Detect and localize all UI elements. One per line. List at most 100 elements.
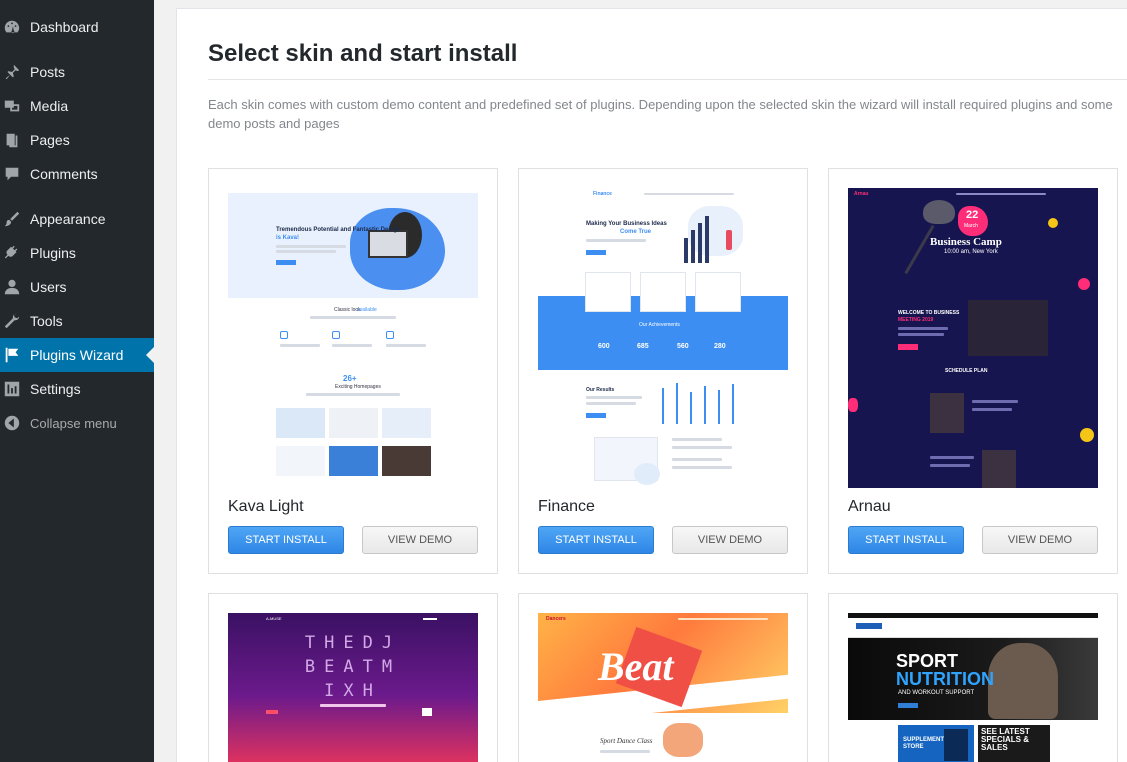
sidebar-item-plugins-wizard[interactable]: Plugins Wizard	[0, 338, 154, 372]
preview-nav	[956, 193, 1046, 195]
skin-preview-finance[interactable]: Finance Making Your Business Ideas Come …	[538, 188, 788, 488]
skin-card-sport: SPORT NUTRITION AND WORKOUT SUPPORT SUPP…	[828, 593, 1118, 762]
preview-shape	[1048, 218, 1058, 228]
sidebar-item-media[interactable]: Media	[0, 89, 154, 123]
preview-text-line	[672, 458, 722, 461]
preview-count-label: Exciting Homepages	[335, 384, 381, 390]
preview-chart-bar	[705, 216, 709, 263]
plug-icon	[2, 243, 22, 263]
preview-nav	[678, 618, 768, 620]
preview-feature-icon	[280, 331, 288, 339]
sidebar-item-settings[interactable]: Settings	[0, 372, 154, 406]
sidebar-item-label: Settings	[30, 381, 81, 397]
preview-text-line	[276, 245, 346, 248]
preview-subtitle: AND WORKOUT SUPPORT	[898, 690, 975, 696]
preview-caption: Sport Dance Class	[600, 737, 653, 745]
preview-headline-accent: is Kava!	[276, 235, 300, 241]
preview-chart-bar	[691, 230, 695, 263]
sidebar-item-comments[interactable]: Comments	[0, 157, 154, 191]
preview-chart-bar	[698, 223, 702, 263]
skin-wizard-panel: Select skin and start install Each skin …	[176, 8, 1127, 762]
sidebar-item-label: Posts	[30, 64, 66, 80]
pages-icon	[2, 130, 22, 150]
preview-schedule: SCHEDULE PLAN	[945, 368, 988, 374]
preview-speaker-photo	[982, 450, 1016, 488]
preview-text-line	[276, 250, 336, 253]
skin-preview-kava-light[interactable]: Tremendous Potential and Fantastic Desig…	[228, 188, 478, 488]
preview-headline: Tremendous Potential and Fantastic Desig…	[276, 227, 401, 233]
sidebar-item-label: Appearance	[30, 211, 106, 227]
brush-icon	[2, 209, 22, 229]
sidebar-item-dashboard[interactable]: Dashboard	[0, 10, 154, 44]
sliders-icon	[2, 379, 22, 399]
sidebar-item-label: Plugins Wizard	[30, 347, 124, 363]
view-demo-button[interactable]: VIEW DEMO	[362, 526, 478, 554]
collapse-menu-button[interactable]: Collapse menu	[0, 406, 154, 440]
preview-count: 26+	[343, 374, 357, 383]
preview-text-line	[306, 393, 400, 396]
start-install-button[interactable]: START INSTALL	[538, 526, 654, 554]
preview-stat: 560	[677, 343, 689, 350]
preview-product	[944, 729, 968, 761]
preview-text-line	[280, 344, 320, 347]
preview-service-card	[585, 272, 631, 312]
preview-text-line	[672, 466, 732, 469]
preview-welcome-line2: MEETING 2019	[898, 317, 934, 323]
skin-name: Kava Light	[228, 498, 304, 515]
skin-card-dance: Dancers Beat Sport Dance Class	[518, 593, 808, 762]
preview-date-day: 22	[966, 209, 979, 221]
preview-text-line	[972, 408, 1012, 411]
start-install-button[interactable]: START INSTALL	[228, 526, 344, 554]
preview-cta	[586, 250, 606, 255]
pin-icon	[2, 62, 22, 82]
preview-shape	[848, 398, 858, 412]
title-divider	[208, 79, 1127, 80]
sidebar-item-appearance[interactable]: Appearance	[0, 202, 154, 236]
skin-preview-arnau[interactable]: Arnau 22 March Business Camp 10:00 am, N…	[848, 188, 1098, 488]
preview-text-line	[898, 327, 948, 330]
sidebar-item-plugins[interactable]: Plugins	[0, 236, 154, 270]
collapse-arrow-icon	[2, 413, 22, 433]
preview-results-bar	[676, 383, 678, 424]
view-demo-button[interactable]: VIEW DEMO	[982, 526, 1098, 554]
preview-event-time: 10:00 am, New York	[944, 249, 998, 255]
preview-welcome-line1: WELCOME TO BUSINESS	[898, 310, 960, 316]
skin-name: Arnau	[848, 498, 891, 515]
preview-text-line	[672, 438, 722, 441]
preview-chart-bar	[684, 238, 688, 263]
preview-text-line	[386, 344, 426, 347]
preview-service-card	[640, 272, 686, 312]
preview-title: Beat	[598, 644, 674, 689]
preview-homepage-thumb	[329, 408, 378, 438]
start-install-button[interactable]: START INSTALL	[848, 526, 964, 554]
preview-text-line	[586, 396, 642, 399]
skin-preview-dance[interactable]: Dancers Beat Sport Dance Class	[538, 613, 788, 762]
sidebar-item-label: Users	[30, 279, 67, 295]
skin-preview-dj[interactable]: A-MUSE THEDJ BEATM IXH	[228, 613, 478, 762]
preview-headline: Making Your Business Ideas	[586, 221, 667, 227]
preview-shape	[1080, 428, 1094, 442]
skin-name: Finance	[538, 498, 595, 515]
view-demo-button[interactable]: VIEW DEMO	[672, 526, 788, 554]
sidebar-item-posts[interactable]: Posts	[0, 55, 154, 89]
wrench-icon	[2, 311, 22, 331]
sidebar-item-label: Tools	[30, 313, 63, 329]
preview-brand: Arnau	[854, 191, 869, 197]
preview-diagram-blob	[634, 463, 660, 485]
sidebar-item-label: Plugins	[30, 245, 76, 261]
preview-results-title: Our Results	[586, 387, 615, 393]
preview-brand: A-MUSE	[266, 616, 282, 621]
preview-event-title: Business Camp	[930, 236, 1002, 248]
preview-text-line	[320, 704, 386, 707]
preview-cta	[898, 703, 918, 708]
sidebar-item-users[interactable]: Users	[0, 270, 154, 304]
preview-homepage-thumb	[382, 446, 431, 476]
sidebar-item-pages[interactable]: Pages	[0, 123, 154, 157]
flag-icon	[2, 345, 22, 365]
skin-card-arnau: Arnau 22 March Business Camp 10:00 am, N…	[828, 168, 1118, 574]
skin-preview-sport[interactable]: SPORT NUTRITION AND WORKOUT SUPPORT SUPP…	[848, 613, 1098, 762]
preview-feature-icon	[332, 331, 340, 339]
preview-cta	[898, 344, 918, 350]
preview-microphone-stand	[904, 224, 935, 275]
sidebar-item-tools[interactable]: Tools	[0, 304, 154, 338]
